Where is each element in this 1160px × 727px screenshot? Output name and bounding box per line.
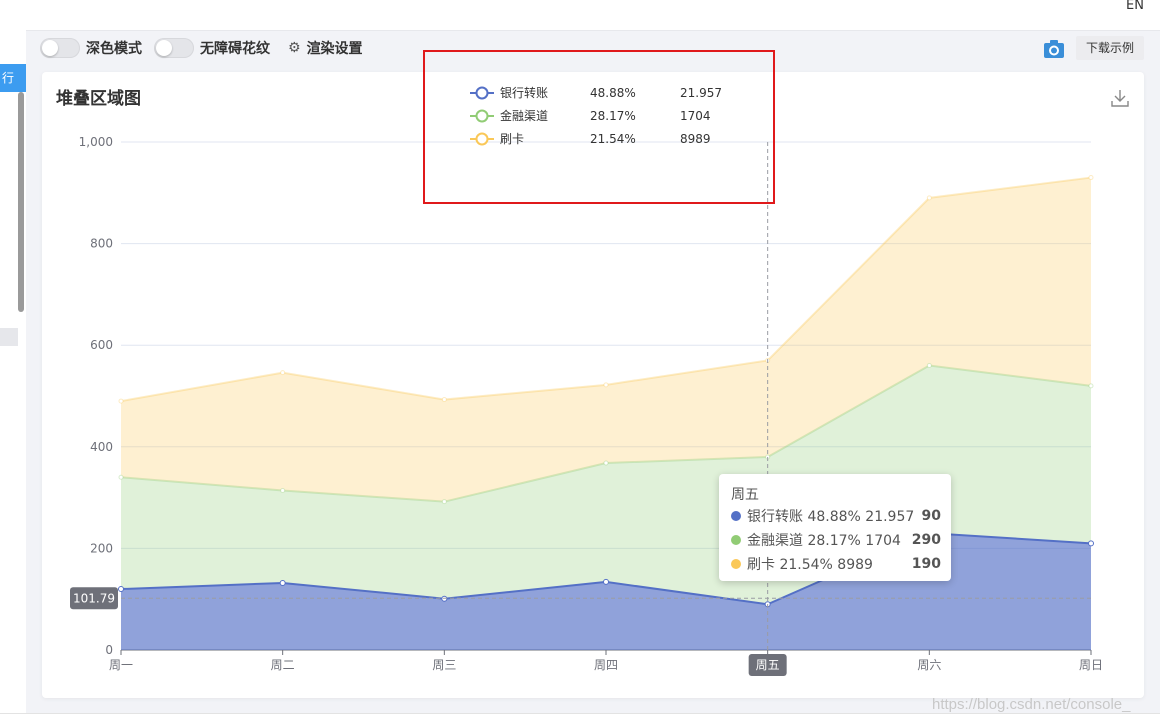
y-tick-label: 0: [105, 643, 113, 657]
data-point: [441, 397, 447, 403]
y-tick-label: 600: [90, 338, 113, 352]
axis-pointer-y-label: 101.79: [73, 591, 115, 605]
tooltip-dot: [731, 559, 741, 569]
y-tick-label: 1,000: [79, 135, 113, 149]
data-point: [603, 382, 609, 388]
tooltip-row-value: 190: [911, 556, 941, 572]
data-point: [118, 398, 124, 404]
watermark: https://blog.csdn.net/console_: [932, 696, 1131, 713]
tooltip-row-value: 290: [911, 532, 941, 548]
legend-highlight-box: [423, 50, 775, 204]
tooltip-row-label: 刷卡 21.54% 8989: [747, 557, 873, 573]
data-point: [603, 460, 609, 466]
tooltip-title: 周五: [731, 487, 759, 503]
data-point: [1088, 540, 1094, 547]
data-point: [280, 487, 286, 493]
tooltip-dot: [731, 511, 741, 521]
x-tick-label: 周一: [109, 658, 133, 672]
tooltip-row-label: 金融渠道 28.17% 1704: [747, 533, 901, 549]
tooltip-row-value: 90: [921, 508, 941, 524]
x-tick-label: 周三: [432, 658, 456, 672]
x-tick-label: 周二: [271, 658, 295, 672]
data-point: [926, 363, 932, 369]
bottom-status-bar: [0, 713, 1160, 727]
tooltip-row: 金融渠道 28.17% 1704 290: [731, 530, 941, 550]
data-point: [118, 586, 124, 593]
y-tick-label: 800: [90, 237, 113, 251]
data-point: [118, 474, 124, 480]
tooltip-row: 银行转账 48.88% 21.957 90: [731, 506, 941, 526]
x-tick-label: 周四: [594, 658, 618, 672]
data-point: [1088, 175, 1094, 181]
data-point: [280, 370, 286, 376]
x-tick-label: 周日: [1079, 658, 1103, 672]
axis-pointer-x-label: 周五: [756, 658, 780, 672]
y-tick-label: 400: [90, 440, 113, 454]
chart-tooltip: 周五 银行转账 48.88% 21.957 90 金融渠道 28.17% 170…: [719, 474, 951, 581]
data-point: [603, 578, 609, 585]
tooltip-dot: [731, 535, 741, 545]
data-point: [279, 579, 286, 586]
data-point: [1088, 383, 1094, 389]
y-tick-label: 200: [90, 541, 113, 555]
tooltip-row: 刷卡 21.54% 8989 190: [731, 554, 941, 574]
data-point: [441, 499, 447, 505]
data-point: [926, 195, 932, 201]
x-tick-label: 周六: [917, 658, 941, 672]
tooltip-row-label: 银行转账 48.88% 21.957: [747, 509, 915, 525]
